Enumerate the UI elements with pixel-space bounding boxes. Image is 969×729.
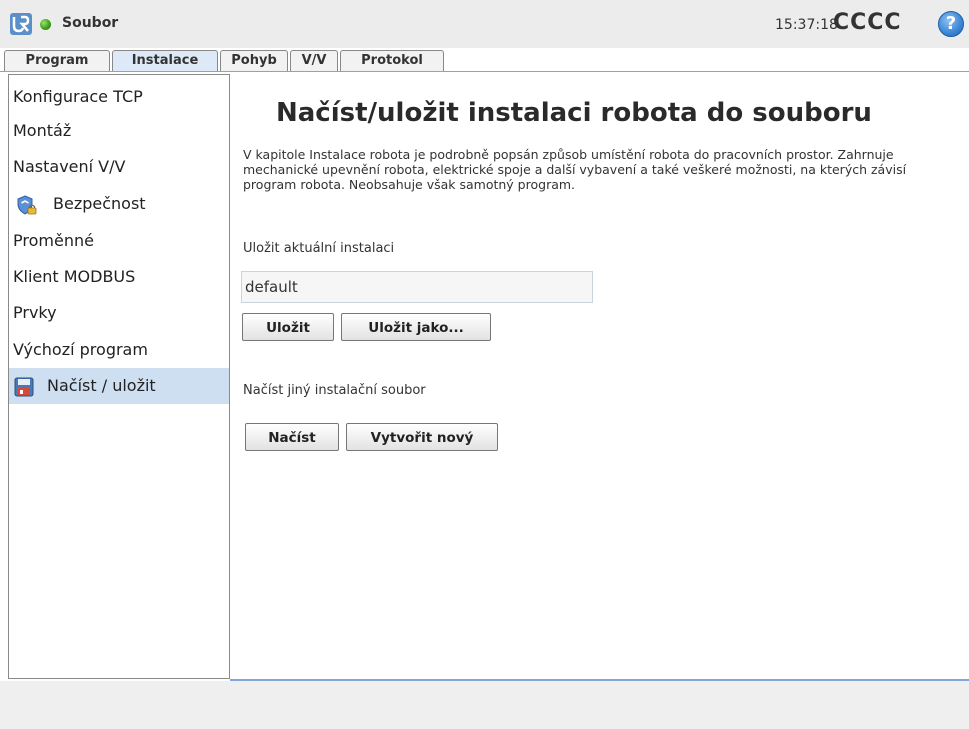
help-icon[interactable]: ? bbox=[938, 11, 964, 37]
page-title: Načíst/uložit instalaci robota do soubor… bbox=[276, 98, 872, 128]
sidebar-item-variables[interactable]: Proměnné bbox=[9, 223, 229, 259]
sidebar-item-default-program[interactable]: Výchozí program bbox=[9, 332, 229, 368]
tab-io[interactable]: V/V bbox=[290, 50, 338, 71]
file-menu[interactable]: Soubor bbox=[62, 15, 118, 31]
save-section-label: Uložit aktuální instalaci bbox=[243, 241, 395, 256]
robot-name: CCCC bbox=[833, 10, 902, 35]
sidebar-item-label: Montáž bbox=[13, 121, 72, 140]
sidebar-item-label: Výchozí program bbox=[13, 340, 148, 359]
floppy-disk-icon bbox=[14, 377, 34, 397]
sidebar-item-features[interactable]: Prvky bbox=[9, 295, 229, 331]
bottom-bar bbox=[0, 681, 969, 729]
sidebar-item-io-setup[interactable]: Nastavení V/V bbox=[9, 149, 229, 185]
ur-logo-icon bbox=[10, 13, 32, 35]
sidebar-item-label: Prvky bbox=[13, 303, 57, 322]
load-section-label: Načíst jiný instalační soubor bbox=[243, 383, 426, 398]
tab-move[interactable]: Pohyb bbox=[220, 50, 288, 71]
sidebar-item-mounting[interactable]: Montáž bbox=[9, 113, 229, 149]
tab-installation[interactable]: Instalace bbox=[112, 50, 218, 71]
save-as-button[interactable]: Uložit jako... bbox=[341, 313, 491, 341]
installation-name-field[interactable]: default bbox=[241, 271, 593, 303]
sidebar-item-modbus-client[interactable]: Klient MODBUS bbox=[9, 259, 229, 295]
sidebar-item-label: Načíst / uložit bbox=[47, 376, 156, 395]
create-new-button[interactable]: Vytvořit nový bbox=[346, 423, 498, 451]
sidebar-item-label: Klient MODBUS bbox=[13, 267, 136, 286]
tab-underline bbox=[0, 71, 969, 72]
sidebar-item-safety[interactable]: Bezpečnost bbox=[9, 186, 229, 222]
page-description: V kapitole Instalace robota je podrobně … bbox=[243, 147, 907, 192]
sidebar-item-load-save[interactable]: Načíst / uložit bbox=[9, 368, 229, 404]
robot-status-icon[interactable] bbox=[40, 19, 51, 30]
sidebar-item-label: Proměnné bbox=[13, 231, 94, 250]
sidebar-item-tcp-configuration[interactable]: Konfigurace TCP bbox=[9, 79, 229, 115]
sidebar-item-label: Konfigurace TCP bbox=[13, 87, 143, 106]
tab-program[interactable]: Program bbox=[4, 50, 110, 71]
load-button[interactable]: Načíst bbox=[245, 423, 339, 451]
shield-lock-icon bbox=[17, 195, 37, 215]
installation-sidebar: Konfigurace TCP Montáž Nastavení V/V Bez… bbox=[8, 74, 230, 679]
sidebar-item-label: Nastavení V/V bbox=[13, 157, 126, 176]
clock: 15:37:18 bbox=[775, 17, 838, 33]
top-bar: Soubor 15:37:18 CCCC ? bbox=[0, 0, 969, 48]
tab-log[interactable]: Protokol bbox=[340, 50, 444, 71]
save-button[interactable]: Uložit bbox=[242, 313, 334, 341]
sidebar-item-label: Bezpečnost bbox=[53, 194, 146, 213]
